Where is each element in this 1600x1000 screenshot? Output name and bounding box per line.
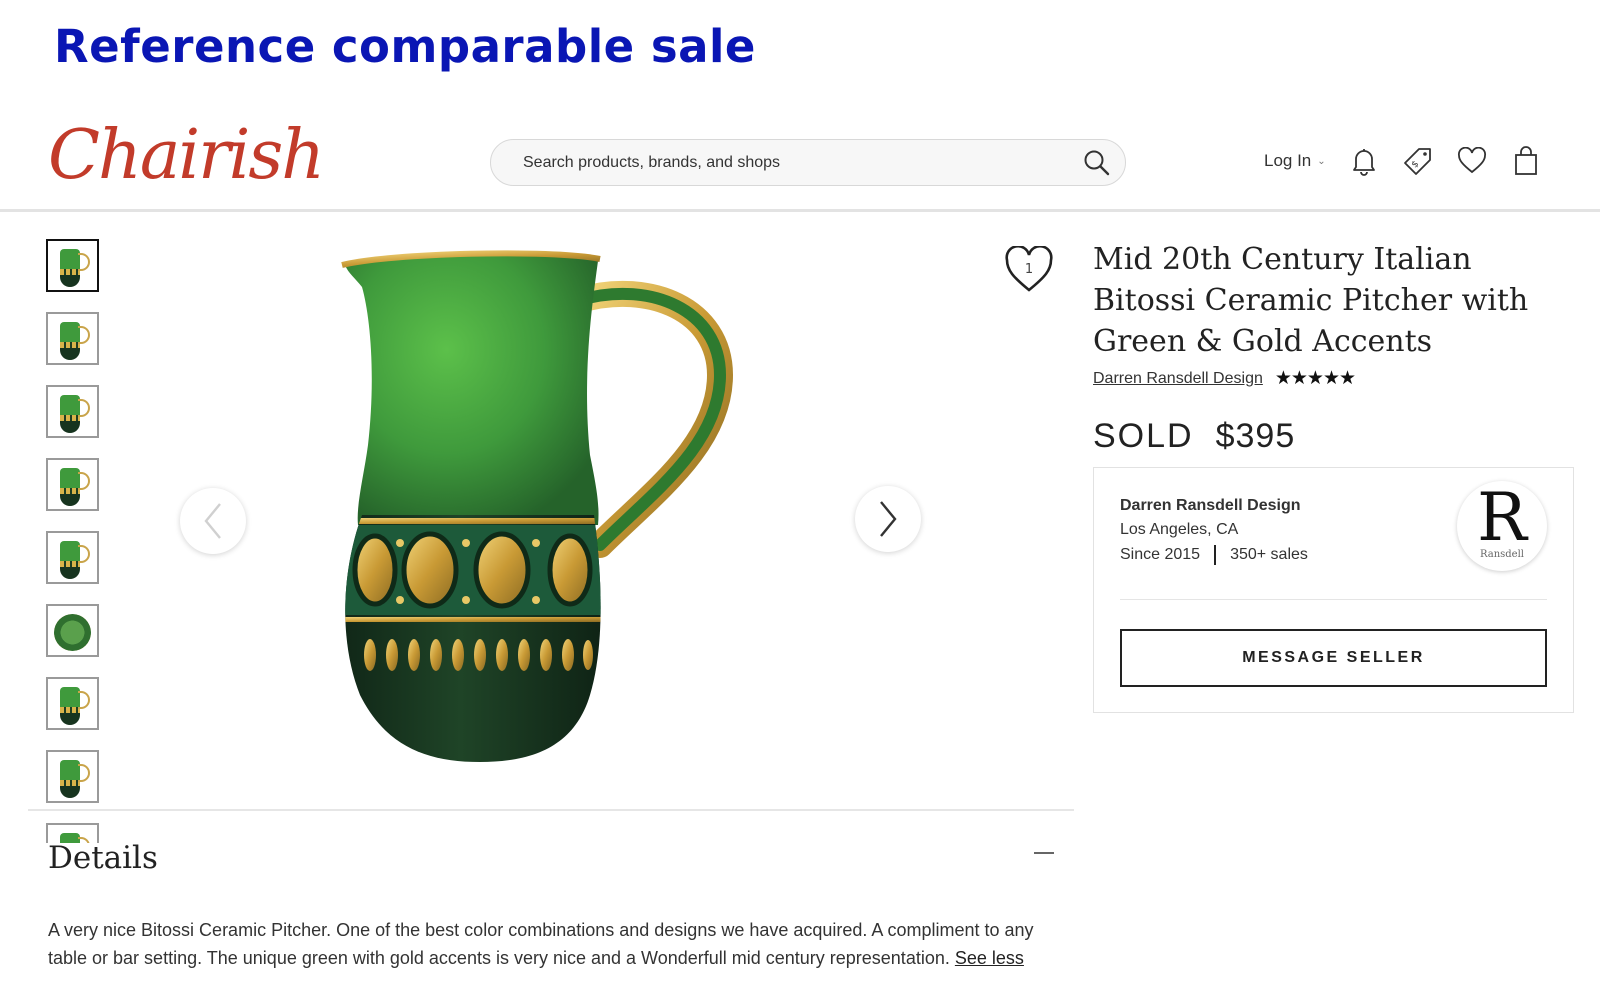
chevron-down-icon: ⌄ <box>1317 155 1326 167</box>
heart-outline-icon: 1 <box>1005 244 1053 292</box>
shop-link[interactable]: Darren Ransdell Design <box>1093 370 1263 388</box>
message-seller-button[interactable]: MESSAGE SELLER <box>1120 629 1547 687</box>
seller-location: Los Angeles, CA <box>1120 521 1239 538</box>
header-actions: Log In ⌄ $ <box>1264 144 1564 178</box>
thumbnail-1[interactable] <box>46 239 99 292</box>
thumbnail-strip <box>46 239 100 843</box>
seller-name[interactable]: Darren Ransdell Design <box>1120 497 1301 515</box>
favorite-count: 1 <box>1025 262 1033 277</box>
details-description: A very nice Bitossi Ceramic Pitcher. One… <box>48 916 1058 972</box>
seller-monogram: R <box>1477 481 1527 556</box>
seller-stats: Since 2015 350+ sales <box>1120 545 1308 565</box>
collapse-details-button[interactable] <box>1034 852 1054 854</box>
login-menu[interactable]: Log In ⌄ <box>1264 151 1326 171</box>
next-image-button[interactable] <box>855 486 921 552</box>
thumbnail-2[interactable] <box>46 312 99 365</box>
stats-separator <box>1214 545 1217 565</box>
chevron-right-icon <box>880 501 897 537</box>
shopping-bag-icon[interactable] <box>1510 145 1542 177</box>
thumbnail-4[interactable] <box>46 458 99 511</box>
details-heading: Details <box>48 840 158 876</box>
product-main-image <box>341 250 734 762</box>
see-less-link[interactable]: See less <box>955 948 1024 968</box>
seller-logo-caption: Ransdell <box>1479 549 1524 560</box>
seller-avatar[interactable]: R Ransdell <box>1457 481 1547 571</box>
rating-stars: ★★★★★ <box>1274 368 1356 389</box>
price: $395 <box>1215 417 1296 455</box>
pitcher-handle <box>567 280 734 558</box>
description-text: A very nice Bitossi Ceramic Pitcher. One… <box>48 920 1034 968</box>
seller-sales: 350+ sales <box>1230 546 1308 563</box>
thumbnail-3[interactable] <box>46 385 99 438</box>
pitcher-neck <box>345 255 599 525</box>
search-bar[interactable] <box>490 139 1126 186</box>
header-divider <box>0 209 1600 212</box>
page-banner: Reference comparable sale <box>54 20 756 73</box>
heart-icon[interactable] <box>1456 145 1488 177</box>
thumbnail-7[interactable] <box>46 677 99 730</box>
seller-since: Since 2015 <box>1120 546 1201 563</box>
price-row: SOLD $395 <box>1093 417 1295 456</box>
favorite-button[interactable]: 1 <box>1004 244 1054 299</box>
product-title: Mid 20th Century Italian Bitossi Ceramic… <box>1093 242 1529 359</box>
shop-row: Darren Ransdell Design ★★★★★ <box>1093 367 1356 390</box>
chevron-left-icon <box>204 503 221 539</box>
chairish-logo[interactable]: Chairish <box>48 116 325 195</box>
login-label: Log In <box>1264 151 1312 170</box>
sold-status: SOLD <box>1093 417 1194 455</box>
tag-icon[interactable]: $ <box>1402 145 1434 177</box>
section-divider <box>28 809 1074 811</box>
previous-image-button[interactable] <box>180 488 246 554</box>
bell-icon[interactable] <box>1348 145 1380 177</box>
search-icon[interactable] <box>1083 149 1111 177</box>
thumbnail-5[interactable] <box>46 531 99 584</box>
card-divider <box>1120 599 1547 600</box>
seller-card: Darren Ransdell Design Los Angeles, CA S… <box>1093 467 1574 713</box>
search-input[interactable] <box>523 140 1063 185</box>
thumbnail-8[interactable] <box>46 750 99 803</box>
thumbnail-6[interactable] <box>46 604 99 657</box>
pitcher-body <box>345 515 601 762</box>
